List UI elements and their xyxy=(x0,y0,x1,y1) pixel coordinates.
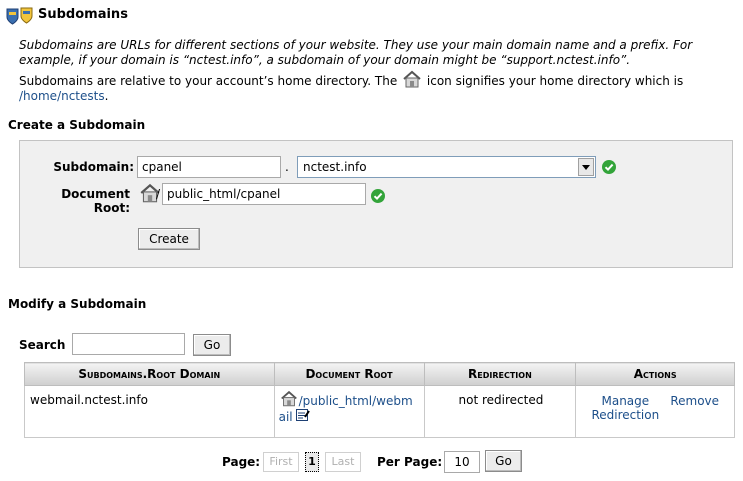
subdomain-cell: webmail.nctest.info xyxy=(24,385,275,438)
modify-heading: Modify a Subdomain xyxy=(8,297,147,311)
home-icon xyxy=(401,70,423,88)
subdomain-label: Subdomain: xyxy=(53,160,134,174)
home-note-after: icon signifies your home directory which… xyxy=(426,74,684,88)
subdomain-name: webmail.nctest.info xyxy=(30,393,148,407)
chevron-down-icon[interactable] xyxy=(578,158,594,176)
column-header-document-root[interactable]: Document Root xyxy=(273,362,425,386)
home-note-end: . xyxy=(104,89,109,103)
redirection-label: Redirection xyxy=(591,408,660,422)
per-page-go-button[interactable]: Go xyxy=(485,450,522,472)
domain-select-value: nctest.info xyxy=(303,160,367,174)
column-header-actions: Actions xyxy=(575,362,735,386)
per-page-input[interactable]: 10 xyxy=(444,451,480,473)
docroot-valid-check-icon xyxy=(371,189,385,203)
document-root-link[interactable]: /public_html/webm xyxy=(299,394,413,408)
home-directory-note: Subdomains are relative to your account’… xyxy=(19,70,734,104)
actions-cell: Manage Redirection Remove xyxy=(575,385,735,438)
domain-valid-check-icon xyxy=(602,160,616,174)
home-note-before: Subdomains are relative to your account’… xyxy=(19,74,398,88)
document-root-link-cont[interactable]: ail xyxy=(279,410,293,424)
table-header-row: Subdomains.Root Domain Document Root Red… xyxy=(24,362,735,386)
home-path: /home/nctests xyxy=(19,89,105,103)
first-page-button[interactable]: First xyxy=(263,452,299,472)
intro-text: Subdomains are URLs for different sectio… xyxy=(19,38,693,67)
redirection-cell: not redirected xyxy=(423,385,577,438)
last-page-button[interactable]: Last xyxy=(325,452,361,472)
subdomains-icon xyxy=(6,7,34,25)
docroot-slash: / xyxy=(156,187,161,201)
per-page-label: Per Page: xyxy=(377,455,443,469)
column-header-redirection[interactable]: Redirection xyxy=(423,362,577,386)
document-root-label: Document Root: xyxy=(61,187,130,215)
column-header-subdomain[interactable]: Subdomains.Root Domain xyxy=(24,362,275,386)
page-label: Page: xyxy=(222,455,261,469)
manage-redirection-link[interactable]: Manage Redirection xyxy=(590,394,660,422)
page-title: Subdomains xyxy=(38,7,128,22)
domain-select[interactable]: nctest.info xyxy=(297,156,596,178)
current-page-button[interactable]: 1 xyxy=(305,452,319,472)
create-button[interactable]: Create xyxy=(138,228,200,250)
subdomains-table: Subdomains.Root Domain Document Root Red… xyxy=(24,362,735,438)
manage-label: Manage xyxy=(601,394,650,408)
remove-link[interactable]: Remove xyxy=(670,394,719,408)
document-root-cell: /public_html/webm ail xyxy=(273,385,425,438)
domain-dot: . xyxy=(285,160,289,174)
search-input[interactable] xyxy=(72,333,185,355)
table-row: webmail.nctest.info /public_html/webm ai… xyxy=(24,385,735,438)
home-icon xyxy=(279,390,299,407)
edit-icon[interactable] xyxy=(296,409,311,421)
create-heading: Create a Subdomain xyxy=(8,118,146,132)
subdomain-input[interactable]: cpanel xyxy=(137,156,281,178)
search-go-button[interactable]: Go xyxy=(193,334,231,356)
redirection-status: not redirected xyxy=(458,393,544,407)
search-label: Search xyxy=(19,338,66,352)
document-root-input[interactable]: public_html/cpanel xyxy=(162,183,366,205)
